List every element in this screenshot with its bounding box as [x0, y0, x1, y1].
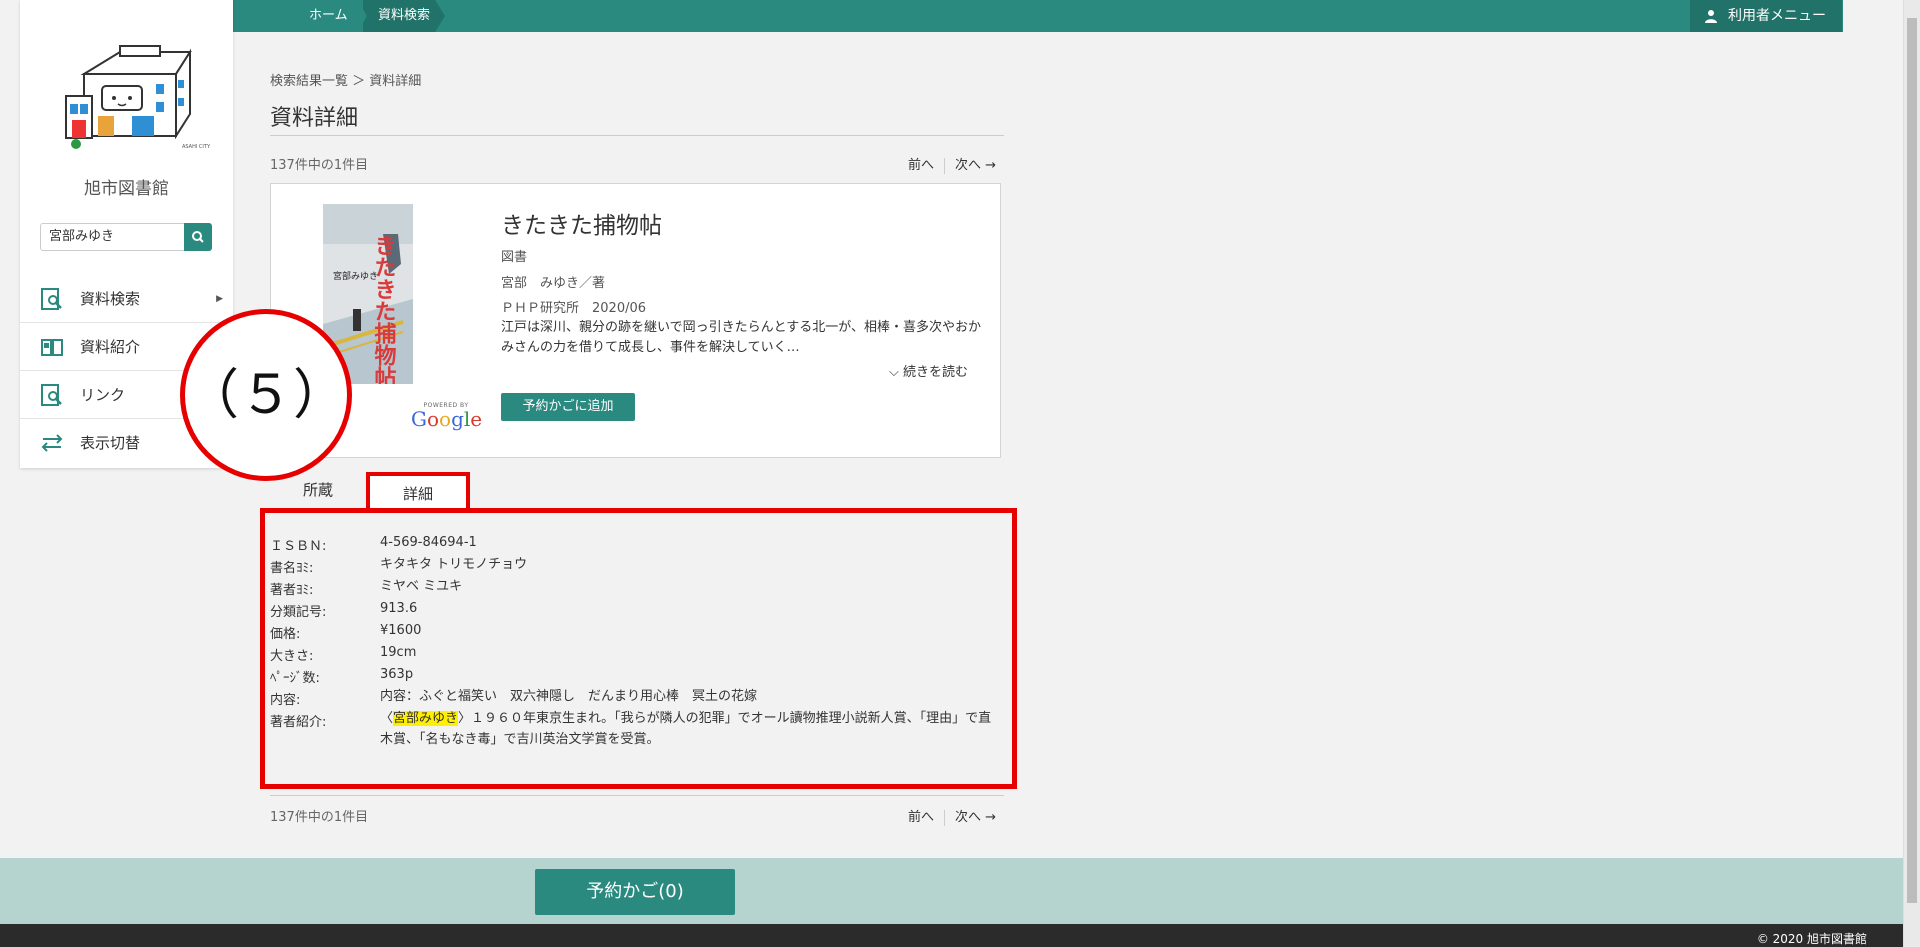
user-menu-label: 利用者メニュー — [1728, 8, 1826, 24]
search-book-icon — [41, 384, 62, 406]
pager-divider — [944, 809, 946, 826]
search-icon — [192, 231, 204, 243]
read-more-label: 続きを読む — [903, 365, 969, 380]
top-bar — [233, 0, 1843, 32]
detail-value-contents: 内容：ふぐと福笑い 双六神隠し だんまり用心棒 冥土の花嫁 — [380, 689, 758, 704]
sidebar-item-material-search[interactable]: 資料検索 ▶ — [20, 275, 233, 323]
detail-label: ﾍﾟｰｼﾞ数: — [270, 671, 320, 686]
svg-text:ASAHI CITY: ASAHI CITY — [182, 144, 211, 150]
copyright: © 2020 旭市図書館 — [1756, 932, 1867, 946]
detail-label: 価格: — [270, 627, 301, 642]
detail-label: 著者紹介: — [270, 715, 327, 730]
sidebar-item-label: 表示切替 — [80, 434, 141, 452]
prev-link[interactable]: 前へ — [908, 810, 934, 825]
open-book-icon — [41, 339, 63, 356]
page-scrollbar[interactable] — [1903, 0, 1920, 947]
author-intro-bracket: 〈 — [380, 711, 394, 726]
search-input[interactable]: 宮部みゆき — [40, 223, 192, 251]
user-icon — [1705, 10, 1717, 23]
user-menu-button[interactable]: 利用者メニュー — [1690, 0, 1842, 32]
book-type: 図書 — [501, 250, 528, 265]
step-annotation-circle: （５） — [180, 309, 352, 481]
book-card: きたきた捕物帖 宮部みゆき POWERED BY Google きたきた捕物帖 … — [270, 183, 1001, 458]
read-more-link[interactable]: ⌵ 続きを読む — [889, 361, 968, 380]
detail-value-author-intro: 〈宮部みゆき〉１９６０年東京生まれ。「我らが隣人の犯罪」でオール讀物推理小説新人… — [380, 708, 1000, 750]
next-link[interactable]: 次へ → — [955, 810, 996, 825]
prev-link[interactable]: 前へ — [908, 158, 934, 173]
detail-label: 内容: — [270, 693, 301, 708]
pager-divider — [944, 157, 946, 174]
book-description: 江戸は深川、親分の跡を継いで岡っ引きたらんとする北一が、相棒・喜多次やおかみさん… — [501, 320, 981, 355]
search-book-icon — [41, 288, 62, 310]
author-intro-text: 〉１９６０年東京生まれ。「我らが隣人の犯罪」でオール讀物推理小説新人賞、「理由」… — [380, 711, 992, 747]
tab-holdings[interactable]: 所蔵 — [290, 472, 346, 508]
cover-author: 宮部みゆき — [333, 270, 378, 282]
reservation-cart-button[interactable]: 予約かご(0) — [535, 869, 735, 915]
tab-detail[interactable]: 詳細 — [366, 472, 470, 508]
book-title: きたきた捕物帖 — [501, 213, 662, 239]
next-link[interactable]: 次へ → — [955, 158, 996, 173]
page-title: 資料詳細 — [270, 106, 359, 131]
sidebar-item-label: 資料紹介 — [80, 338, 141, 356]
detail-value-size: 19cm — [380, 645, 417, 660]
divider — [270, 135, 1004, 136]
chevron-down-icon: ⌵ — [889, 365, 899, 380]
detail-label: ＩＳＢＮ: — [270, 539, 327, 554]
search-button[interactable] — [184, 223, 212, 251]
detail-label: 書名ﾖﾐ: — [270, 561, 314, 576]
library-name: 旭市図書館 — [84, 179, 169, 199]
swap-arrows-icon — [41, 434, 63, 452]
pager-bottom: 前へ 次へ → — [908, 806, 996, 826]
pager-top: 前へ 次へ → — [908, 154, 996, 174]
footer-band — [0, 858, 1903, 924]
detail-value-isbn: 4-569-84694-1 — [380, 535, 477, 550]
detail-value-classification: 913.6 — [380, 601, 418, 616]
book-author: 宮部 みゆき／著 — [501, 276, 606, 291]
detail-value-author-reading: ミヤベ ミユキ — [380, 579, 463, 594]
detail-label: 著者ﾖﾐ: — [270, 583, 314, 598]
cover-title: きたきた捕物帖 — [371, 234, 397, 384]
footer: © 2020 旭市図書館 — [0, 924, 1903, 947]
scrollbar-thumb[interactable] — [1907, 18, 1917, 903]
detail-value-price: ¥1600 — [380, 623, 422, 638]
breadcrumb-home-link[interactable]: ホーム — [241, 0, 363, 32]
result-count: 137件中の1件目 — [270, 810, 369, 825]
book-publisher: ＰＨＰ研究所 2020/06 — [501, 301, 647, 316]
google-logo: Google — [411, 407, 483, 431]
detail-value-title-reading: キタキタ トリモノチョウ — [380, 557, 528, 572]
breadcrumb[interactable]: 検索結果一覧 ＞ 資料詳細 — [270, 70, 421, 89]
detail-label: 大きさ: — [270, 649, 314, 664]
chevron-right-icon: ▶ — [216, 294, 223, 304]
result-count: 137件中の1件目 — [270, 158, 369, 173]
detail-label: 分類記号: — [270, 605, 327, 620]
sidebar-item-label: リンク — [80, 386, 126, 404]
search-highlight: 宮部みゆき — [393, 711, 459, 726]
sidebar-item-label: 資料検索 — [80, 290, 141, 308]
add-to-cart-button[interactable]: 予約かごに追加 — [501, 393, 635, 421]
powered-by-google: POWERED BY Google — [411, 402, 483, 431]
breadcrumb-current[interactable]: 資料検索 — [363, 0, 445, 32]
library-logo[interactable]: ASAHI CITY — [62, 44, 212, 154]
divider — [270, 795, 1004, 796]
detail-value-pages: 363p — [380, 667, 414, 682]
